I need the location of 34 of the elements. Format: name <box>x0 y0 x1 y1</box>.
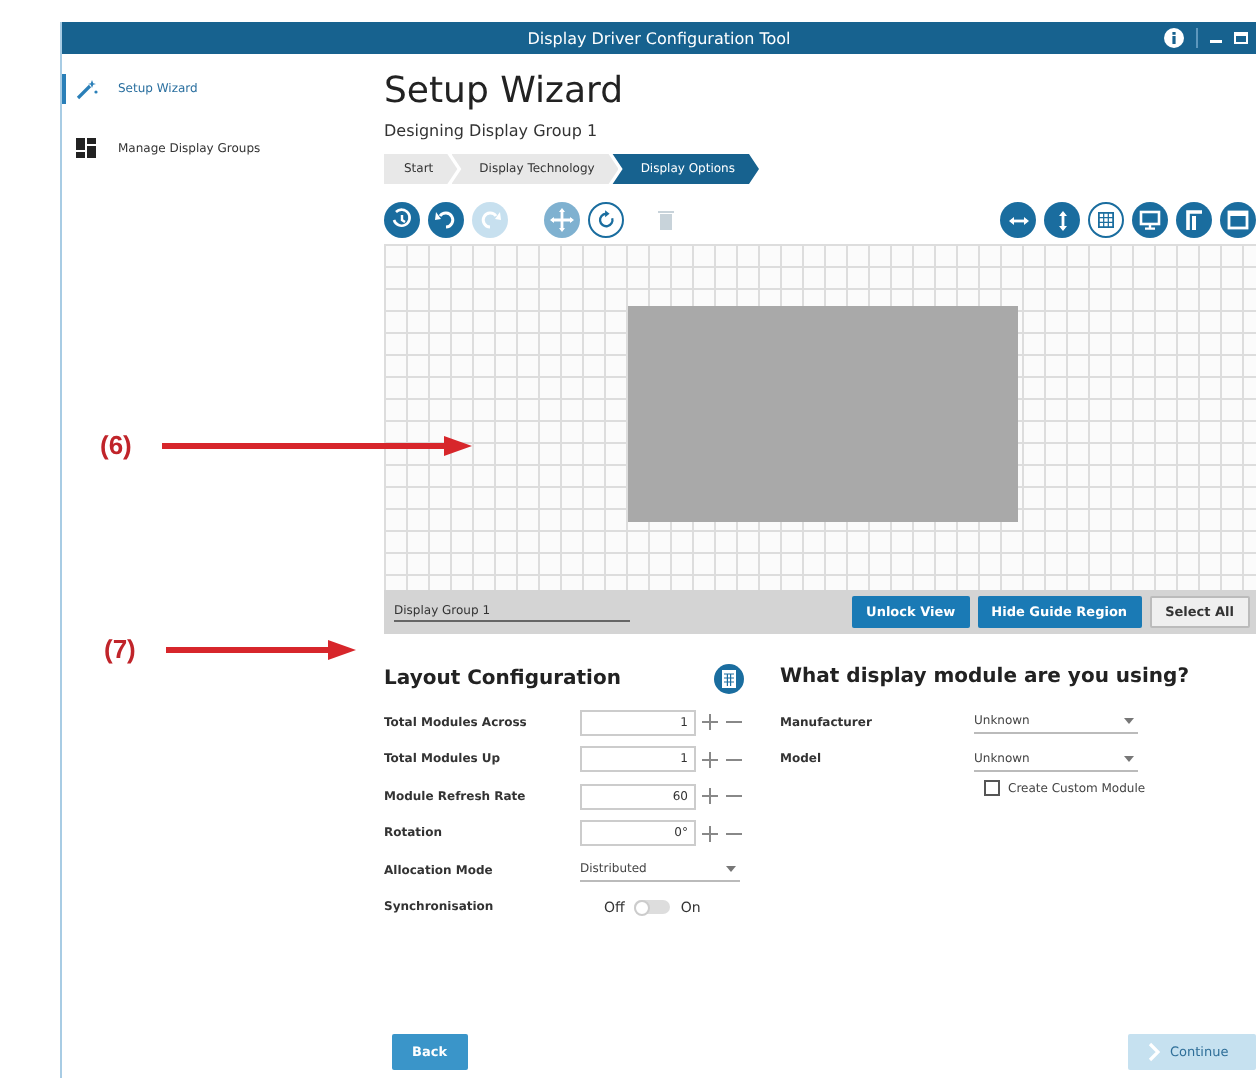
caret-icon <box>1124 718 1134 725</box>
vertical-arrows-icon <box>1057 209 1067 231</box>
window-button[interactable] <box>1220 202 1256 238</box>
history-button[interactable] <box>384 202 420 238</box>
horizontal-arrows-icon <box>1007 215 1029 225</box>
page-subtitle: Designing Display Group 1 <box>384 122 600 140</box>
calculator-button[interactable] <box>714 663 744 693</box>
tiles-icon <box>76 138 98 160</box>
caret-icon <box>1124 755 1134 762</box>
checkbox[interactable] <box>984 780 1000 796</box>
section-title: What display module are you using? <box>780 664 1189 692</box>
section-title: Layout Configuration <box>384 667 621 689</box>
window-title: Display Driver Configuration Tool <box>527 29 791 47</box>
monitor-button[interactable] <box>1132 202 1168 238</box>
annotation-label: (7) <box>104 634 136 664</box>
toggle-switch[interactable] <box>634 900 671 915</box>
undo-button[interactable] <box>428 202 464 238</box>
annotation-label: (6) <box>100 430 132 460</box>
calculator-icon <box>718 667 740 689</box>
vertical-arrows-button[interactable] <box>1044 202 1080 238</box>
plus-icon <box>700 749 720 770</box>
corner-button[interactable] <box>1176 202 1212 238</box>
maximize-icon <box>1234 32 1248 44</box>
chevron-icon <box>1148 1042 1160 1062</box>
grid-button[interactable] <box>1088 202 1124 238</box>
rotate-button[interactable] <box>588 202 624 238</box>
plus-icon <box>700 823 720 844</box>
info-icon <box>1164 28 1184 48</box>
plus-icon <box>700 712 720 733</box>
wand-icon <box>76 78 98 100</box>
page-title: Setup Wizard <box>384 70 626 112</box>
caret-icon <box>726 866 736 873</box>
horizontal-arrows-button[interactable] <box>1000 202 1036 238</box>
plus-icon <box>700 786 720 807</box>
